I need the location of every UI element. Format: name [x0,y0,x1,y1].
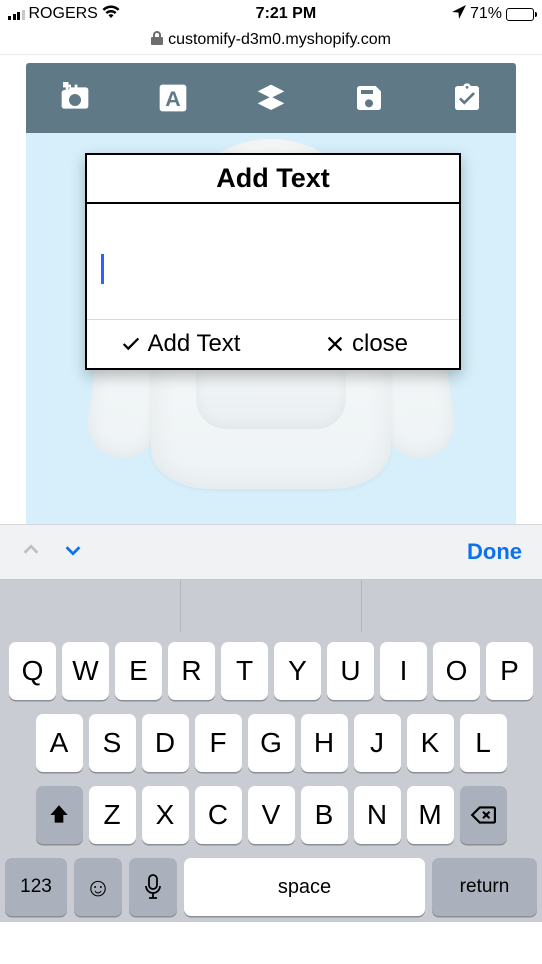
dictation-key[interactable] [129,858,177,916]
suggestion-slot[interactable] [181,580,362,632]
key-s[interactable]: S [89,714,136,772]
keyboard-suggestions [0,580,542,632]
key-a[interactable]: A [36,714,83,772]
key-q[interactable]: Q [9,642,56,700]
key-r[interactable]: R [168,642,215,700]
key-c[interactable]: C [195,786,242,844]
key-n[interactable]: N [354,786,401,844]
backspace-key[interactable] [460,786,507,844]
status-left: ROGERS [8,5,120,23]
key-v[interactable]: V [248,786,295,844]
key-b[interactable]: B [301,786,348,844]
status-right: 71% [452,5,534,24]
key-m[interactable]: M [407,786,454,844]
key-o[interactable]: O [433,642,480,700]
status-time: 7:21 PM [256,5,316,23]
close-icon [324,333,346,355]
url-text: customify-d3m0.myshopify.com [168,31,391,49]
keyboard-row-2: ASDFGHJKL [5,714,537,772]
key-f[interactable]: F [195,714,242,772]
key-w[interactable]: W [62,642,109,700]
emoji-icon: ☺ [85,872,112,903]
text-input[interactable] [87,204,459,314]
microphone-icon [143,874,163,900]
keyboard-row-1: QWERTYUIOP [5,642,537,700]
key-z[interactable]: Z [89,786,136,844]
key-p[interactable]: P [486,642,533,700]
key-e[interactable]: E [115,642,162,700]
numeric-key[interactable]: 123 [5,858,67,916]
svg-text:A: A [165,87,180,111]
space-key[interactable]: space [184,858,425,916]
close-label: close [352,330,408,358]
wifi-icon [102,5,120,23]
chevron-down-icon [62,539,84,561]
prev-field-button[interactable] [20,539,42,566]
battery-pct: 71% [470,5,502,23]
battery-icon [506,8,534,21]
key-u[interactable]: U [327,642,374,700]
modal-actions: Add Text close [87,319,459,368]
keyboard-row-4: 123 ☺ space return [5,858,537,916]
key-h[interactable]: H [301,714,348,772]
suggestion-slot[interactable] [362,580,542,632]
carrier-label: ROGERS [29,5,98,23]
software-keyboard: QWERTYUIOP ASDFGHJKL ZXCVBNM 123 ☺ space… [0,632,542,922]
layers-button[interactable] [235,63,307,133]
app-content: A Add Text Add Text [0,55,542,524]
modal-title: Add Text [87,155,459,204]
confirm-add-text-button[interactable]: Add Text [87,320,273,368]
save-button[interactable] [333,63,405,133]
emoji-key[interactable]: ☺ [74,858,122,916]
browser-url-bar[interactable]: customify-d3m0.myshopify.com [0,28,542,55]
check-icon [120,333,142,355]
key-k[interactable]: K [407,714,454,772]
add-text-button[interactable]: A [137,63,209,133]
signal-bars-icon [8,8,25,20]
key-g[interactable]: G [248,714,295,772]
keyboard-accessory-bar: Done [0,524,542,580]
suggestion-slot[interactable] [0,580,181,632]
key-l[interactable]: L [460,714,507,772]
key-i[interactable]: I [380,642,427,700]
editor-toolbar: A [26,63,516,133]
location-icon [452,5,466,24]
chevron-up-icon [20,539,42,561]
shift-icon [46,802,72,828]
keyboard-done-button[interactable]: Done [467,539,522,565]
confirm-label: Add Text [148,330,241,358]
add-text-modal: Add Text Add Text close [85,153,461,370]
close-modal-button[interactable]: close [273,320,459,368]
status-bar: ROGERS 7:21 PM 71% [0,0,542,28]
key-j[interactable]: J [354,714,401,772]
keyboard-row-3: ZXCVBNM [5,786,537,844]
key-y[interactable]: Y [274,642,321,700]
next-field-button[interactable] [62,539,84,566]
return-key[interactable]: return [432,858,537,916]
key-t[interactable]: T [221,642,268,700]
key-x[interactable]: X [142,786,189,844]
add-image-button[interactable] [39,63,111,133]
text-caret [101,254,104,284]
key-d[interactable]: D [142,714,189,772]
done-button[interactable] [431,63,503,133]
lock-icon [151,31,163,48]
backspace-icon [470,802,496,828]
shift-key[interactable] [36,786,83,844]
